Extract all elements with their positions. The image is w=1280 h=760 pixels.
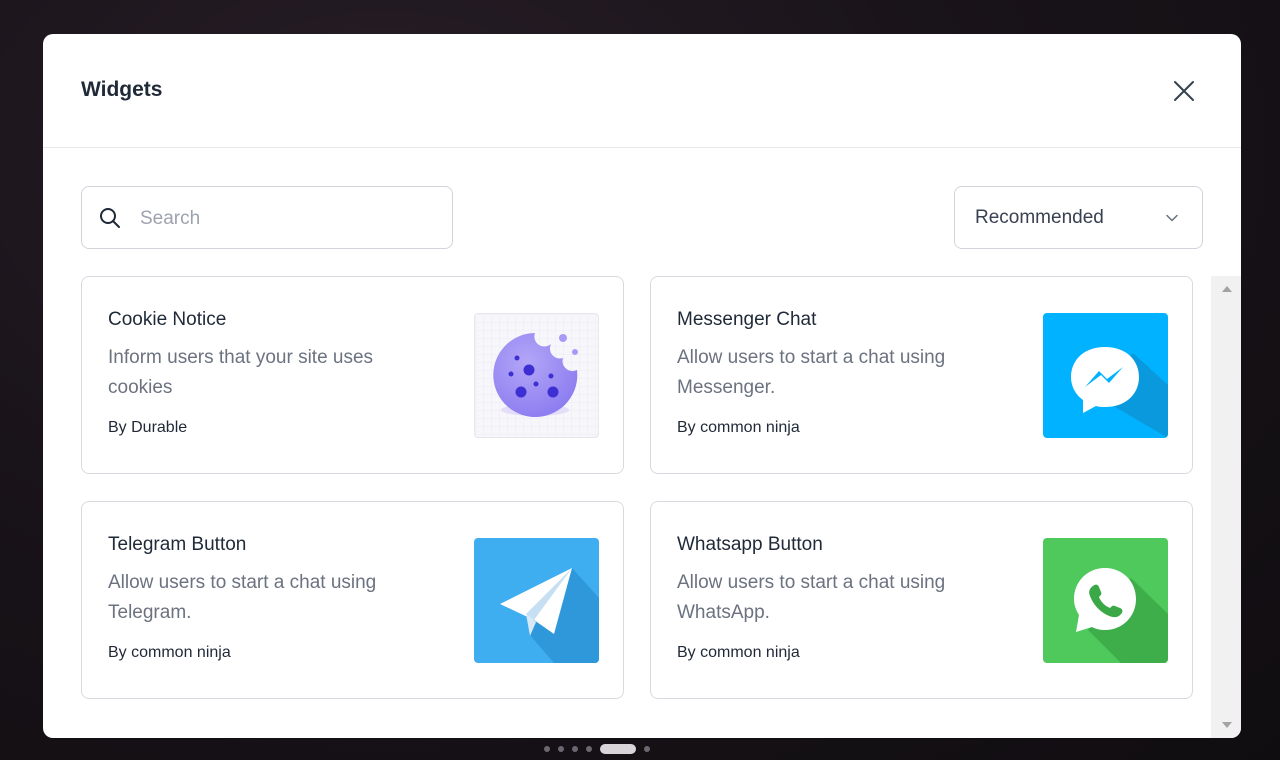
widget-grid: Cookie Notice Inform users that your sit… (81, 276, 1195, 738)
chevron-down-icon (1166, 214, 1178, 222)
widget-card-cookie-notice[interactable]: Cookie Notice Inform users that your sit… (81, 276, 624, 474)
widgets-modal: Widgets Recommended Cookie Notice Inform… (43, 34, 1241, 738)
widget-card-telegram-button[interactable]: Telegram Button Allow users to start a c… (81, 501, 624, 699)
widget-author: By common ninja (677, 644, 800, 661)
close-button[interactable] (1169, 76, 1199, 106)
search-field[interactable] (81, 186, 453, 249)
sort-dropdown[interactable]: Recommended (954, 186, 1203, 249)
carousel-dot[interactable] (558, 746, 564, 752)
widget-thumbnail (1043, 538, 1168, 663)
telegram-icon (474, 538, 599, 663)
sort-selected-value: Recommended (975, 207, 1104, 228)
carousel-dot[interactable] (644, 746, 650, 752)
widget-card-whatsapp-button[interactable]: Whatsapp Button Allow users to start a c… (650, 501, 1193, 699)
widget-title: Messenger Chat (677, 309, 817, 330)
widget-title: Cookie Notice (108, 309, 227, 330)
search-input[interactable] (138, 203, 442, 235)
widget-author: By common ninja (677, 419, 800, 436)
scroll-down-arrow-icon[interactable] (1222, 722, 1232, 728)
scrollbar[interactable] (1211, 276, 1241, 738)
carousel-dots (544, 744, 650, 754)
widget-title: Whatsapp Button (677, 534, 823, 555)
widget-description: Allow users to start a chat using Messen… (677, 347, 946, 398)
whatsapp-icon (1043, 538, 1168, 663)
widget-description: Inform users that your site uses cookies (108, 347, 374, 398)
widget-thumbnail (1043, 313, 1168, 438)
carousel-dot[interactable] (586, 746, 592, 752)
search-icon (100, 208, 120, 228)
widget-description: Allow users to start a chat using Telegr… (108, 572, 377, 623)
modal-title: Widgets (81, 78, 163, 101)
widget-thumbnail (474, 313, 599, 438)
modal-header: Widgets (43, 34, 1241, 148)
carousel-dot[interactable] (572, 746, 578, 752)
widget-card-messenger-chat[interactable]: Messenger Chat Allow users to start a ch… (650, 276, 1193, 474)
scroll-up-arrow-icon[interactable] (1222, 286, 1232, 292)
carousel-dot[interactable] (544, 746, 550, 752)
cookie-icon (475, 314, 598, 437)
widget-description: Allow users to start a chat using WhatsA… (677, 572, 946, 623)
messenger-icon (1043, 313, 1168, 438)
close-icon (1174, 81, 1194, 101)
carousel-dot-active[interactable] (600, 744, 636, 754)
widget-author: By common ninja (108, 644, 231, 661)
widget-thumbnail (474, 538, 599, 663)
widget-title: Telegram Button (108, 534, 247, 555)
widget-author: By Durable (108, 419, 188, 436)
